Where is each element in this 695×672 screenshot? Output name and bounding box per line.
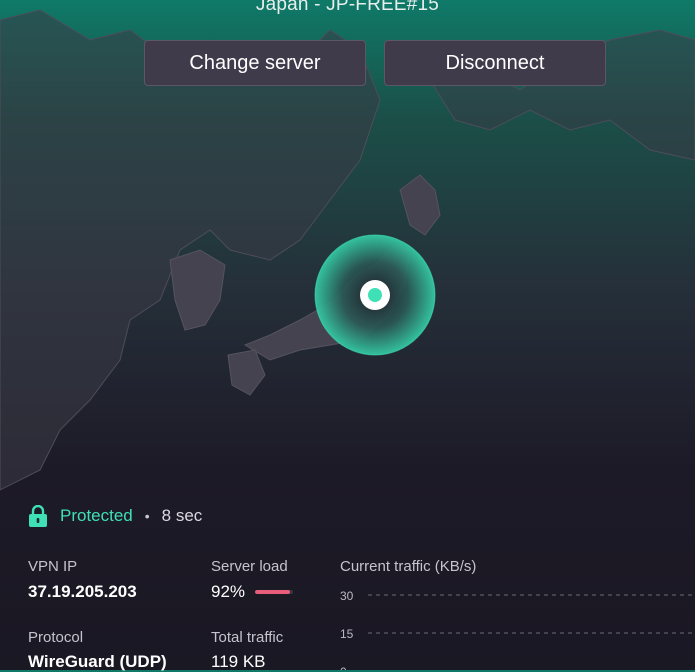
server-load-label: Server load bbox=[211, 558, 288, 575]
protocol-value: WireGuard (UDP) bbox=[28, 652, 167, 671]
japan-kyushu bbox=[227, 349, 266, 396]
connection-status: Protected • 8 sec bbox=[28, 505, 202, 527]
tick-label-0: 0 bbox=[340, 665, 347, 670]
status-separator: • bbox=[144, 508, 150, 524]
status-label: Protected bbox=[60, 506, 133, 525]
location-marker-dot bbox=[368, 288, 382, 302]
traffic-chart-title: Current traffic (KB/s) bbox=[340, 558, 477, 575]
lock-icon bbox=[29, 505, 47, 527]
server-load-bar-fill bbox=[255, 590, 290, 594]
japan-hokkaido bbox=[399, 174, 441, 236]
server-load-bar bbox=[255, 590, 293, 594]
connection-duration: 8 sec bbox=[161, 506, 203, 525]
tick-label-30: 30 bbox=[340, 589, 354, 603]
total-traffic-value: 119 KB bbox=[211, 652, 266, 671]
tick-label-15: 15 bbox=[340, 627, 354, 641]
total-traffic-label: Total traffic bbox=[211, 629, 284, 646]
server-title: Japan - JP-FREE#15 bbox=[255, 0, 440, 15]
server-load-value: 92% bbox=[211, 582, 246, 601]
traffic-chart: 30 15 0 bbox=[340, 589, 695, 670]
korea-landmass bbox=[169, 249, 226, 331]
vpn-ip-label: VPN IP bbox=[28, 558, 78, 575]
change-server-button[interactable]: Change server bbox=[144, 40, 366, 86]
protocol-label: Protocol bbox=[28, 629, 84, 646]
disconnect-button[interactable]: Disconnect bbox=[384, 40, 606, 86]
vpn-ip-value: 37.19.205.203 bbox=[28, 582, 137, 601]
